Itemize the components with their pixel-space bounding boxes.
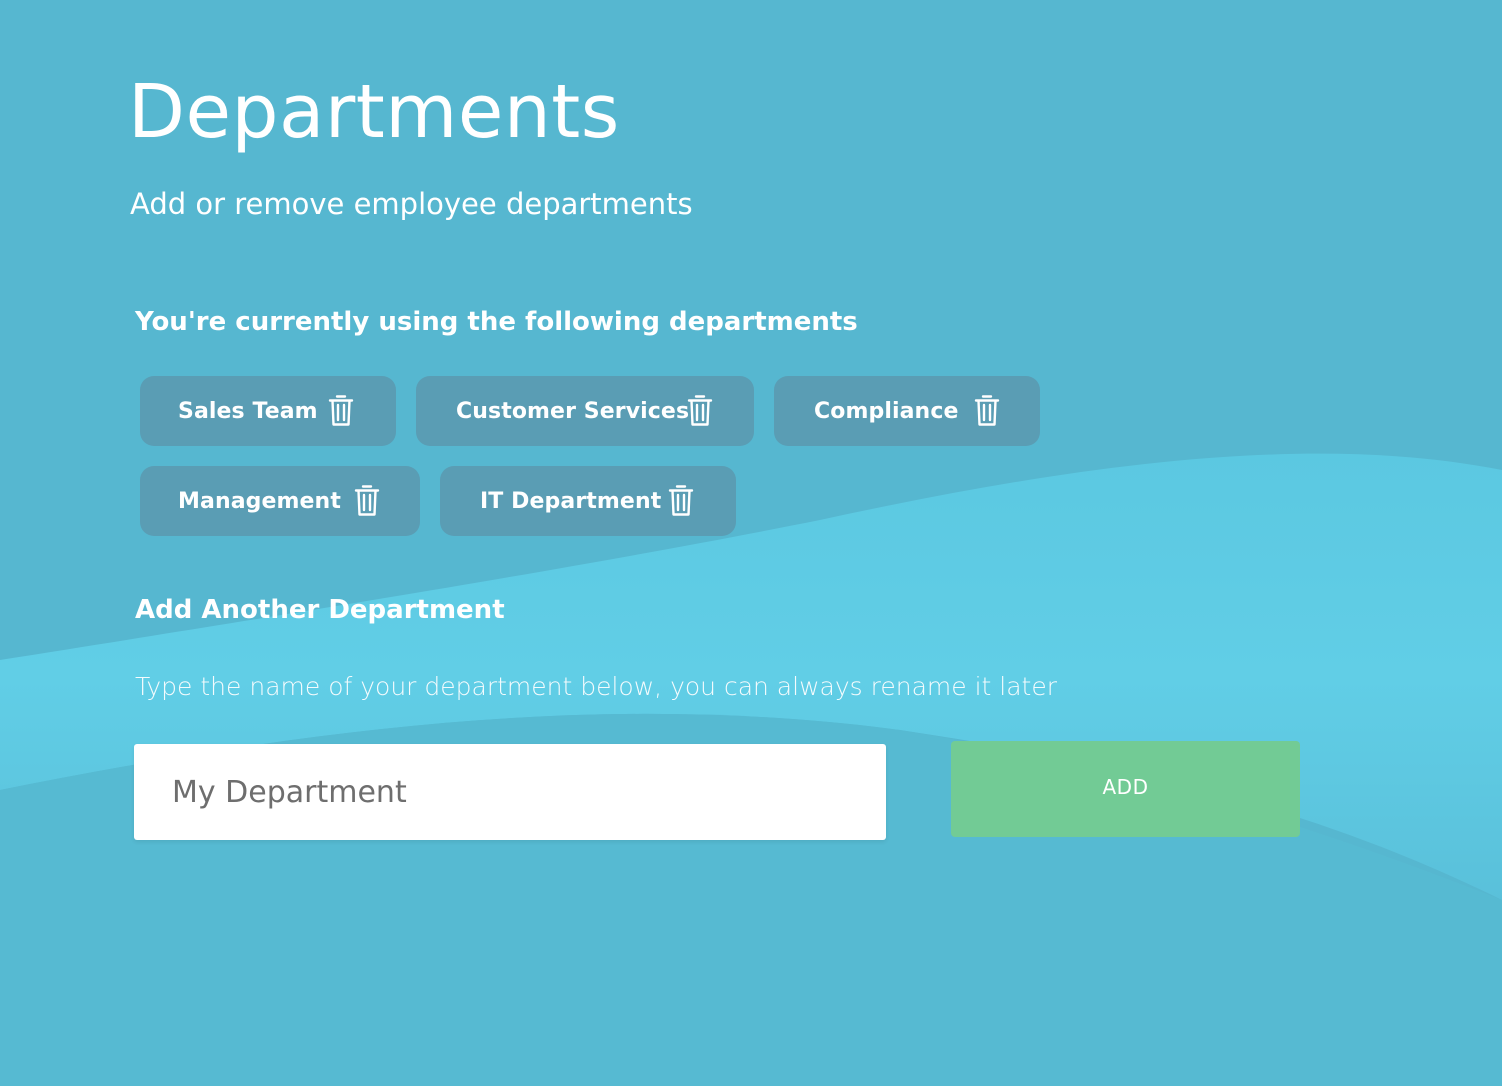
delete-department-button[interactable]: [685, 394, 715, 428]
department-chip-it-department: IT Department: [440, 466, 736, 536]
trash-icon: [974, 395, 1000, 426]
trash-icon: [687, 395, 713, 426]
department-chip-label: Compliance: [814, 398, 959, 424]
department-chip-label: Customer Services: [456, 398, 690, 424]
department-chip-label: Management: [178, 488, 341, 514]
delete-department-button[interactable]: [666, 484, 696, 518]
department-chip-customer-services: Customer Services: [416, 376, 754, 446]
trash-icon: [354, 485, 380, 516]
department-chip-compliance: Compliance: [774, 376, 1040, 446]
trash-icon: [668, 485, 694, 516]
delete-department-button[interactable]: [326, 394, 356, 428]
add-department-helper-text: Type the name of your department below, …: [135, 672, 1057, 701]
department-name-input[interactable]: [134, 744, 886, 840]
delete-department-button[interactable]: [352, 484, 382, 518]
add-department-heading: Add Another Department: [135, 595, 505, 625]
page-title: Departments: [128, 69, 620, 155]
add-department-button[interactable]: ADD: [951, 741, 1300, 837]
departments-page: Departments Add or remove employee depar…: [0, 0, 1502, 1086]
department-chip-sales-team: Sales Team: [140, 376, 396, 446]
department-chip-label: Sales Team: [178, 398, 318, 424]
trash-icon: [328, 395, 354, 426]
page-subtitle: Add or remove employee departments: [130, 187, 693, 221]
department-chip-management: Management: [140, 466, 420, 536]
department-chip-label: IT Department: [480, 488, 662, 514]
current-departments-heading: You're currently using the following dep…: [135, 307, 858, 337]
delete-department-button[interactable]: [972, 394, 1002, 428]
